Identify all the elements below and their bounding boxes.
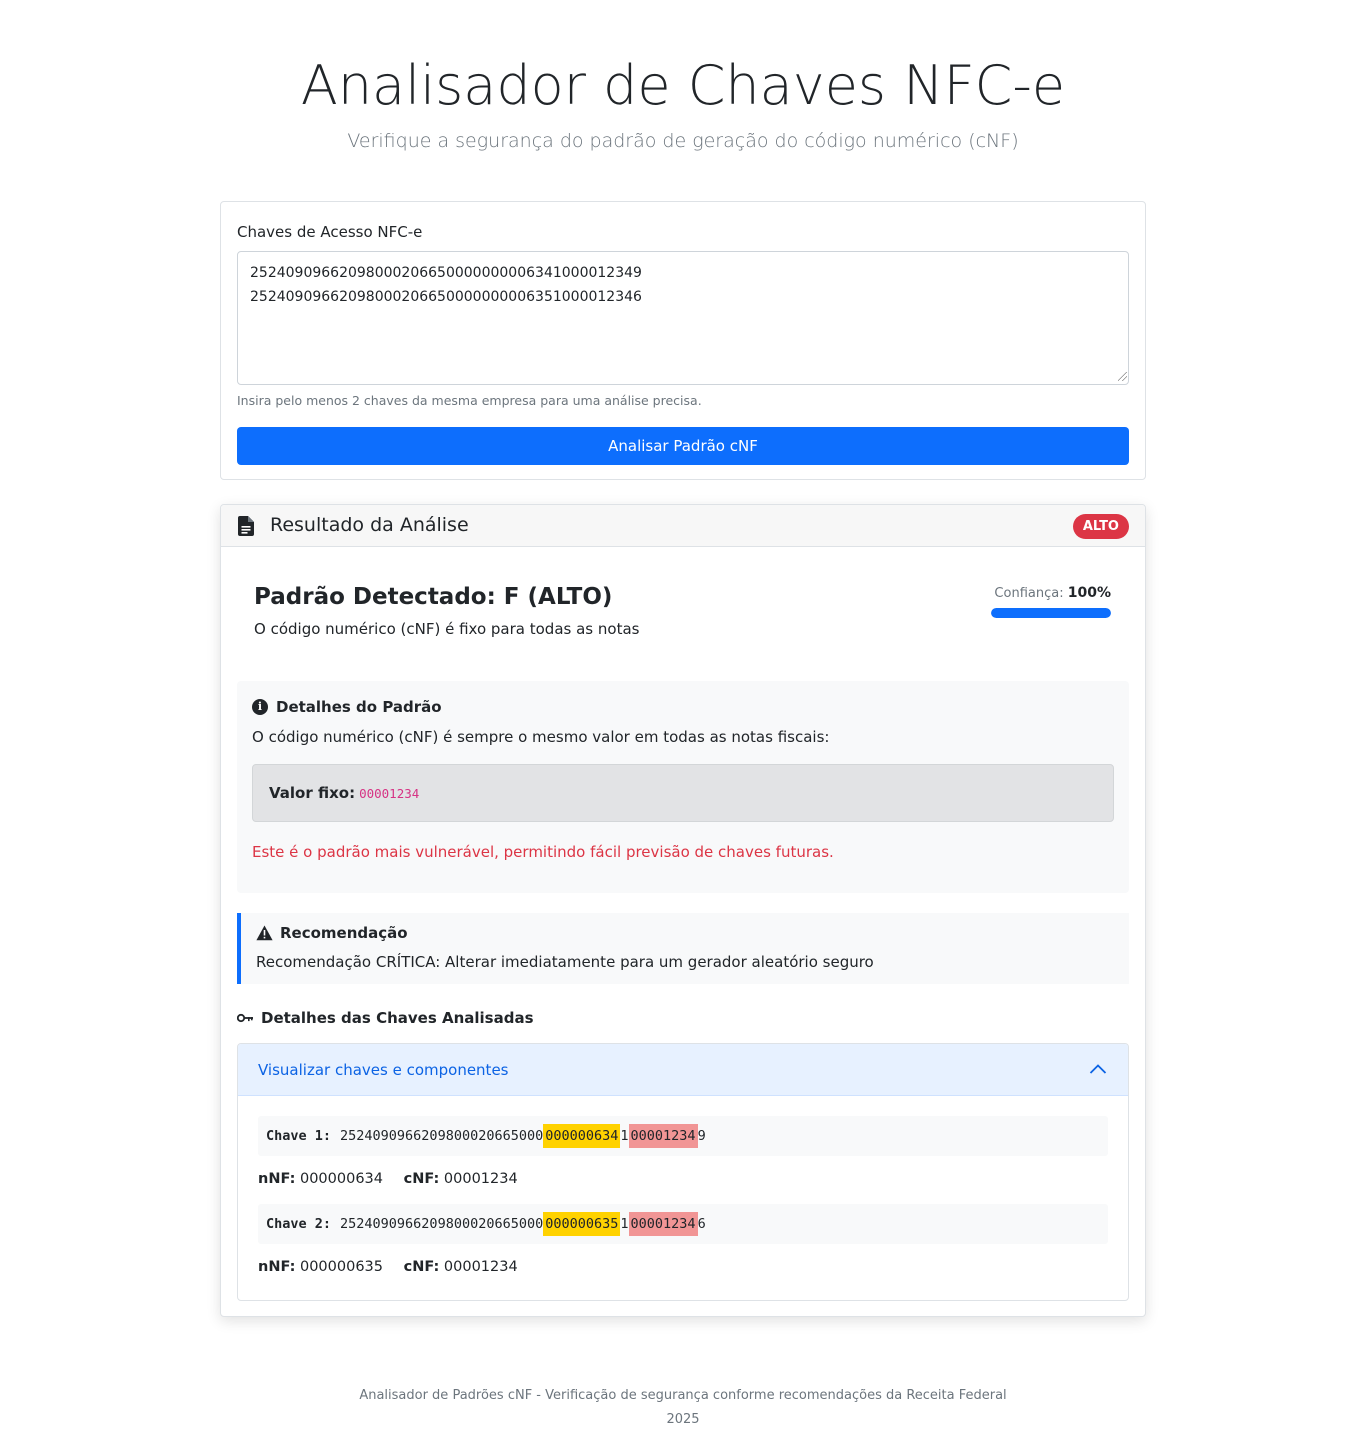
- key-suffix: 9: [697, 1128, 706, 1144]
- risk-badge: ALTO: [1072, 514, 1129, 539]
- confidence-progress-fill: [991, 608, 1111, 618]
- recommendation-text: Recomendação CRÍTICA: Alterar imediatame…: [256, 953, 874, 971]
- fixed-value-box: Valor fixo: 00001234: [252, 764, 1114, 822]
- key-suffix: 6: [697, 1216, 706, 1232]
- detected-pattern-description: O código numérico (cNF) é fixo para toda…: [254, 620, 640, 638]
- warning-triangle-icon: [256, 925, 273, 941]
- document-icon: [238, 516, 254, 536]
- input-card: Chaves de Acesso NFC-e 25240909662098000…: [220, 201, 1146, 480]
- key-prefix: 2524090966209800020665000: [340, 1128, 544, 1144]
- key-components: nNF: 000000634 cNF: 00001234: [258, 1171, 518, 1187]
- fixed-value-label: Valor fixo:: [269, 784, 356, 802]
- info-icon: i: [252, 699, 268, 715]
- key-nnf-highlight: 000000634: [543, 1124, 621, 1148]
- page-header: Analisador de Chaves NFC-e Verifique a s…: [0, 0, 1366, 154]
- key-nnf-highlight: 000000635: [543, 1212, 621, 1236]
- result-title: Resultado da Análise: [270, 514, 469, 536]
- key-mid: 1: [620, 1128, 629, 1144]
- recommendation-box: Recomendação Recomendação CRÍTICA: Alter…: [237, 913, 1129, 984]
- footer-year: 2025: [666, 1412, 700, 1427]
- key-row: Chave 1: 2524090966209800020665000 000000…: [258, 1116, 1108, 1156]
- key-components: nNF: 000000635 cNF: 00001234: [258, 1259, 518, 1275]
- key-icon: [237, 1013, 253, 1023]
- keys-input-label: Chaves de Acesso NFC-e: [237, 223, 423, 241]
- confidence-progress-bar: [991, 608, 1111, 618]
- page-footer: Analisador de Padrões cNF - Verificação …: [0, 1384, 1366, 1432]
- key-cnf-highlight: 00001234: [628, 1124, 698, 1148]
- key-mid: 1: [620, 1216, 629, 1232]
- key-row: Chave 2: 2524090966209800020665000 000000…: [258, 1204, 1108, 1244]
- detected-pattern-title: Padrão Detectado: F (ALTO): [254, 584, 613, 610]
- pattern-details-title: Detalhes do Padrão: [276, 698, 442, 716]
- cnf-value: 00001234: [443, 1259, 518, 1275]
- analyzed-keys-title: Detalhes das Chaves Analisadas: [237, 1008, 534, 1028]
- key-prefix: 2524090966209800020665000: [340, 1216, 544, 1232]
- pattern-details-text: O código numérico (cNF) é sempre o mesmo…: [252, 728, 830, 746]
- accordion-label: Visualizar chaves e componentes: [258, 1061, 509, 1079]
- resize-grip-icon[interactable]: [1118, 372, 1127, 381]
- keys-input-hint: Insira pelo menos 2 chaves da mesma empr…: [237, 393, 702, 408]
- page-subtitle: Verifique a segurança do padrão de geraç…: [347, 130, 1019, 152]
- keys-textarea[interactable]: 2524090966209800020665000000000634100001…: [237, 251, 1129, 385]
- key-cnf-highlight: 00001234: [628, 1212, 698, 1236]
- nnf-value: 000000635: [299, 1259, 384, 1275]
- nnf-value: 000000634: [299, 1171, 384, 1187]
- confidence-label: Confiança: 100%: [994, 585, 1111, 601]
- keys-accordion: Visualizar chaves e componentes Chave 1:…: [237, 1043, 1129, 1301]
- fixed-value-code: 00001234: [359, 785, 420, 801]
- analyze-button[interactable]: Analisar Padrão cNF: [237, 427, 1129, 465]
- chevron-up-icon: [1089, 1064, 1107, 1074]
- result-header: Resultado da Análise ALTO: [221, 505, 1145, 547]
- result-card: Resultado da Análise ALTO Padrão Detecta…: [220, 504, 1146, 1317]
- cnf-value: 00001234: [443, 1171, 518, 1187]
- recommendation-title: Recomendação: [280, 924, 408, 942]
- vulnerability-warning: Este é o padrão mais vulnerável, permiti…: [252, 843, 834, 861]
- key-label: Chave 2:: [266, 1216, 332, 1232]
- confidence-value: 100%: [1067, 585, 1111, 601]
- page-title: Analisador de Chaves NFC-e: [300, 54, 1066, 117]
- pattern-details-box: i Detalhes do Padrão O código numérico (…: [237, 681, 1129, 893]
- key-label: Chave 1:: [266, 1128, 332, 1144]
- footer-text: Analisador de Padrões cNF - Verificação …: [359, 1388, 1007, 1403]
- keys-accordion-toggle[interactable]: Visualizar chaves e componentes: [238, 1044, 1128, 1096]
- keys-accordion-body: Chave 1: 2524090966209800020665000 000000…: [238, 1096, 1128, 1277]
